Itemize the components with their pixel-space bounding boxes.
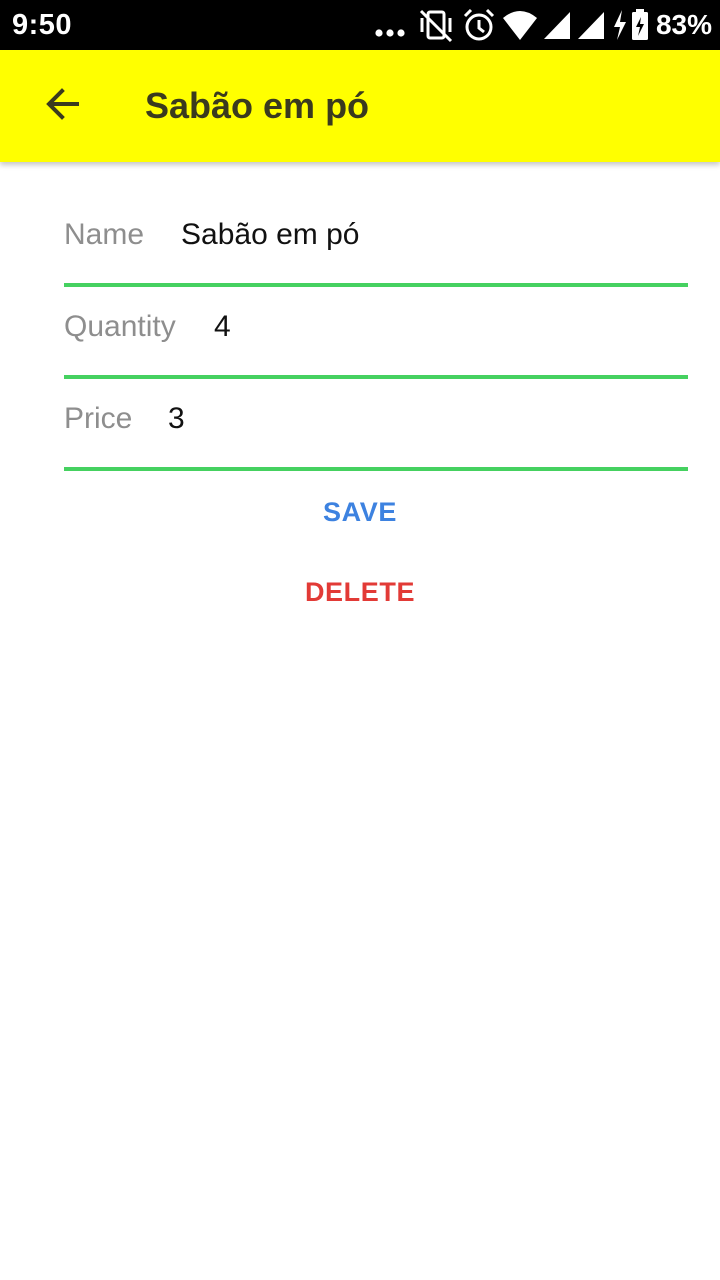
save-button-label: SAVE [323,497,397,527]
delete-button-label: DELETE [304,577,416,607]
vibrate-off-icon [418,6,454,44]
status-bar: 9:50 83% [0,0,720,50]
name-label: Name [64,218,145,251]
quantity-input[interactable]: 4 [214,309,231,345]
page-title: Sabão em pó [145,85,370,126]
name-field[interactable]: Name Sabão em pó [64,195,688,287]
app-bar: Sabão em pó [0,50,720,162]
signal-icon [576,6,606,44]
status-icons: 83% [374,6,712,44]
status-time: 9:50 [12,9,73,41]
more-dots-icon [374,6,408,44]
battery-icon [630,6,650,44]
price-label: Price [64,402,133,435]
back-button[interactable] [30,74,94,138]
save-button[interactable]: SAVE [0,495,720,529]
name-input[interactable]: Sabão em pó [181,217,359,253]
delete-button[interactable]: DELETE [0,575,720,609]
charging-icon [612,6,628,44]
price-input[interactable]: 3 [168,401,185,437]
battery-percent: 83% [655,9,712,40]
signal-icon [542,6,572,44]
wifi-icon [502,6,538,44]
arrow-back-icon [42,84,82,129]
quantity-field[interactable]: Quantity 4 [64,287,688,379]
alarm-icon [462,6,496,44]
price-field[interactable]: Price 3 [64,379,688,471]
quantity-label: Quantity [64,310,176,343]
